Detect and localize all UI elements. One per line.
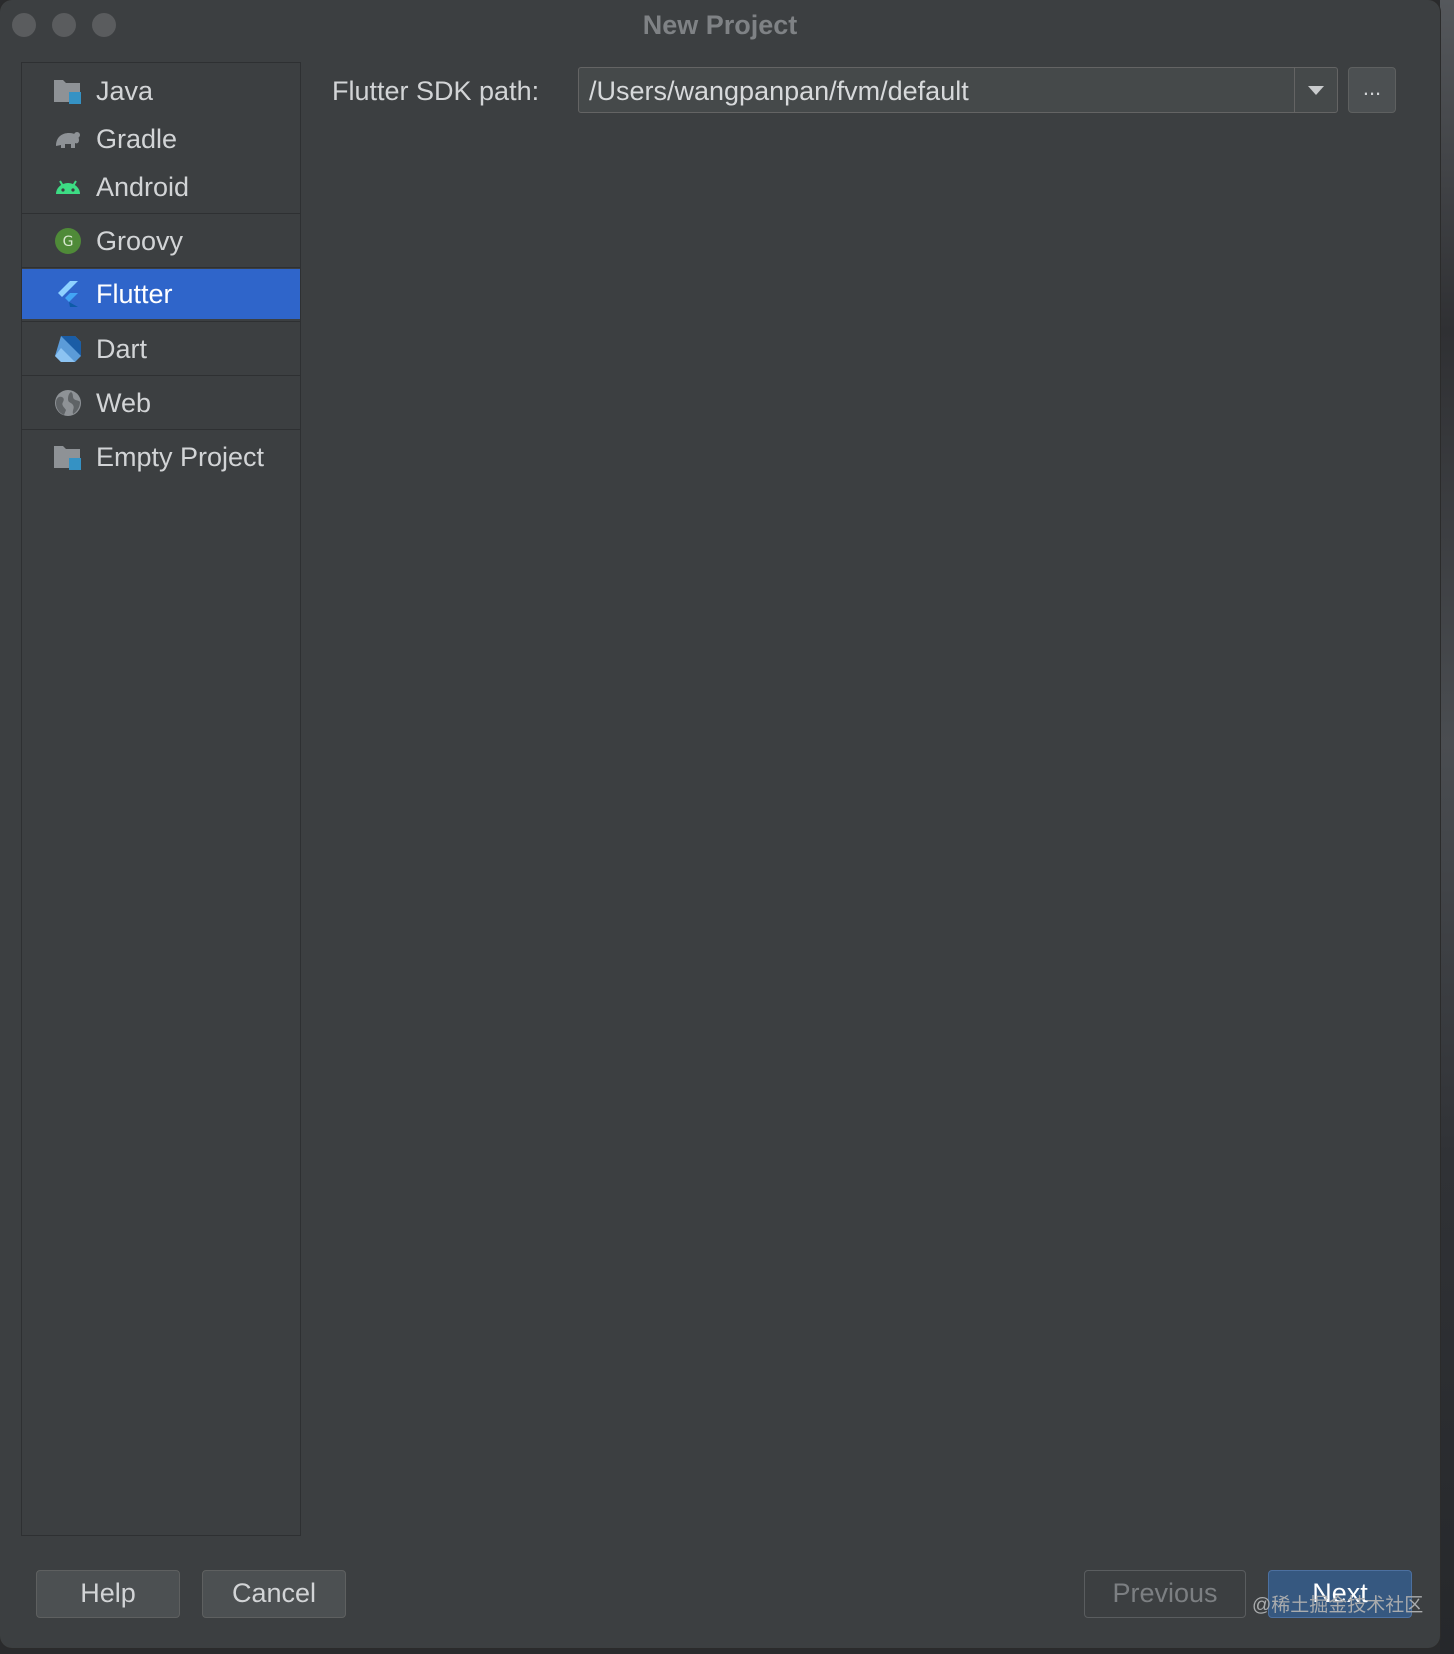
project-type-list: Java Gradle Android G Groovy Flutter Dar… bbox=[21, 62, 301, 1536]
sidebar-item-flutter[interactable]: Flutter bbox=[22, 269, 300, 319]
sidebar-item-label: Android bbox=[96, 171, 190, 202]
cancel-button[interactable]: Cancel bbox=[202, 1570, 346, 1618]
sidebar-item-web[interactable]: Web bbox=[22, 377, 300, 429]
chevron-down-icon[interactable] bbox=[1295, 68, 1337, 112]
sidebar-item-empty-project[interactable]: Empty Project bbox=[22, 431, 300, 483]
sidebar-item-label: Gradle bbox=[96, 123, 178, 154]
sidebar-item-label: Java bbox=[96, 75, 154, 106]
sidebar-item-gradle[interactable]: Gradle bbox=[22, 115, 300, 163]
separator bbox=[22, 321, 300, 322]
sdk-path-value[interactable]: /Users/wangpanpan/fvm/default bbox=[589, 76, 969, 107]
sidebar-item-groovy[interactable]: G Groovy bbox=[22, 215, 300, 267]
desktop-background bbox=[1440, 0, 1454, 1654]
settings-panel: Flutter SDK path: /Users/wangpanpan/fvm/… bbox=[302, 52, 1440, 1532]
flutter-icon bbox=[58, 281, 78, 307]
svg-text:G: G bbox=[63, 234, 74, 250]
sidebar-item-java[interactable]: Java bbox=[22, 67, 300, 115]
folder-icon bbox=[54, 446, 81, 470]
sidebar-item-label: Groovy bbox=[96, 225, 184, 256]
watermark: @稀土掘金技术社区 bbox=[1252, 1595, 1424, 1616]
help-button[interactable]: Help bbox=[36, 1570, 180, 1618]
separator bbox=[22, 213, 300, 214]
folder-icon bbox=[54, 80, 81, 104]
sidebar-item-label: Dart bbox=[96, 333, 148, 364]
sdk-path-label: Flutter SDK path: bbox=[332, 76, 540, 106]
sidebar-item-label: Flutter bbox=[96, 278, 173, 309]
separator bbox=[22, 429, 300, 430]
browse-button[interactable]: ... bbox=[1348, 67, 1396, 113]
title-bar: New Project bbox=[0, 0, 1440, 52]
window-title: New Project bbox=[642, 10, 798, 40]
sidebar-item-dart[interactable]: Dart bbox=[22, 323, 300, 375]
sidebar-item-label: Web bbox=[96, 387, 152, 418]
globe-icon bbox=[55, 390, 81, 416]
separator bbox=[22, 375, 300, 376]
sdk-path-combobox[interactable]: /Users/wangpanpan/fvm/default bbox=[578, 67, 1338, 113]
sidebar-item-label: Empty Project bbox=[96, 441, 265, 472]
gradle-elephant-icon bbox=[56, 132, 80, 148]
new-project-dialog: New Project Java Gradle Android G Groovy… bbox=[0, 0, 1440, 1648]
previous-button[interactable]: Previous bbox=[1084, 1570, 1246, 1618]
sidebar-item-android[interactable]: Android bbox=[22, 163, 300, 211]
dart-icon bbox=[55, 336, 81, 362]
separator bbox=[22, 267, 300, 268]
groovy-icon: G bbox=[55, 228, 81, 254]
android-icon bbox=[56, 180, 80, 194]
